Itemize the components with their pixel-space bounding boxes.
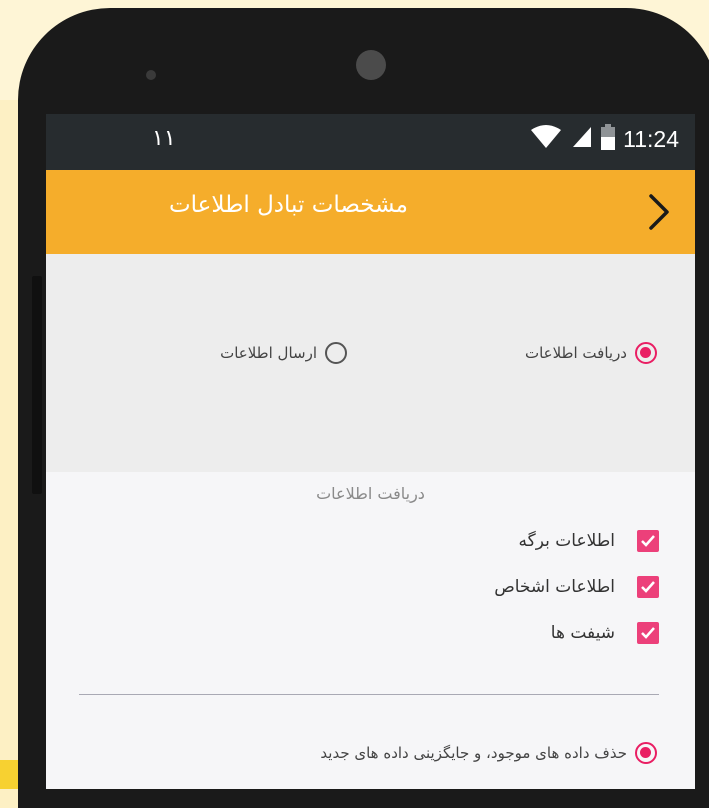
status-indicator: ۱۱ <box>152 126 176 151</box>
wifi-icon <box>529 124 563 154</box>
page-title: مشخصات تبادل اطلاعات <box>168 192 408 218</box>
radio-send[interactable]: ارسال اطلاعات <box>220 342 347 364</box>
checkbox-label: اطلاعات اشخاص <box>494 577 615 597</box>
sensor-dot <box>146 70 156 80</box>
mode-selector: دریافت اطلاعات ارسال اطلاعات <box>46 254 695 472</box>
battery-icon <box>601 124 616 154</box>
checkbox-label: شیفت ها <box>550 623 615 643</box>
checkbox-item[interactable]: اطلاعات برگه <box>519 530 659 552</box>
radio-unselected-icon <box>325 342 347 364</box>
radio-send-label: ارسال اطلاعات <box>220 344 317 362</box>
checkbox-item[interactable]: شیفت ها <box>551 622 659 644</box>
checkbox-checked-icon[interactable] <box>637 622 659 644</box>
front-camera <box>356 50 386 80</box>
status-icons: 11:24 <box>529 124 679 154</box>
checkbox-checked-icon[interactable] <box>637 576 659 598</box>
checkbox-item[interactable]: اطلاعات اشخاص <box>494 576 659 598</box>
radio-selected-icon <box>635 742 657 764</box>
section-title: دریافت اطلاعات <box>316 484 425 503</box>
divider <box>79 694 659 695</box>
radio-receive-label: دریافت اطلاعات <box>524 344 627 362</box>
status-time: 11:24 <box>623 125 679 152</box>
side-button <box>32 276 42 494</box>
radio-receive[interactable]: دریافت اطلاعات <box>525 342 657 364</box>
app-bar: مشخصات تبادل اطلاعات <box>46 170 695 254</box>
receive-options: دریافت اطلاعات اطلاعات برگه اطلاعات اشخا… <box>46 472 695 789</box>
chevron-right-icon[interactable] <box>641 188 677 236</box>
phone-screen: ۱۱ 11:24 مشخصات تبادل اطلاعات دریافت اطل… <box>46 114 695 789</box>
status-bar: ۱۱ 11:24 <box>46 114 695 170</box>
radio-replace-label: حذف داده های موجود، و جایگزینی داده های … <box>320 744 627 762</box>
cellular-icon <box>571 125 593 153</box>
radio-selected-icon <box>635 342 657 364</box>
checkbox-label: اطلاعات برگه <box>518 531 615 551</box>
checkbox-checked-icon[interactable] <box>637 530 659 552</box>
radio-replace-data[interactable]: حذف داده های موجود، و جایگزینی داده های … <box>320 742 657 764</box>
